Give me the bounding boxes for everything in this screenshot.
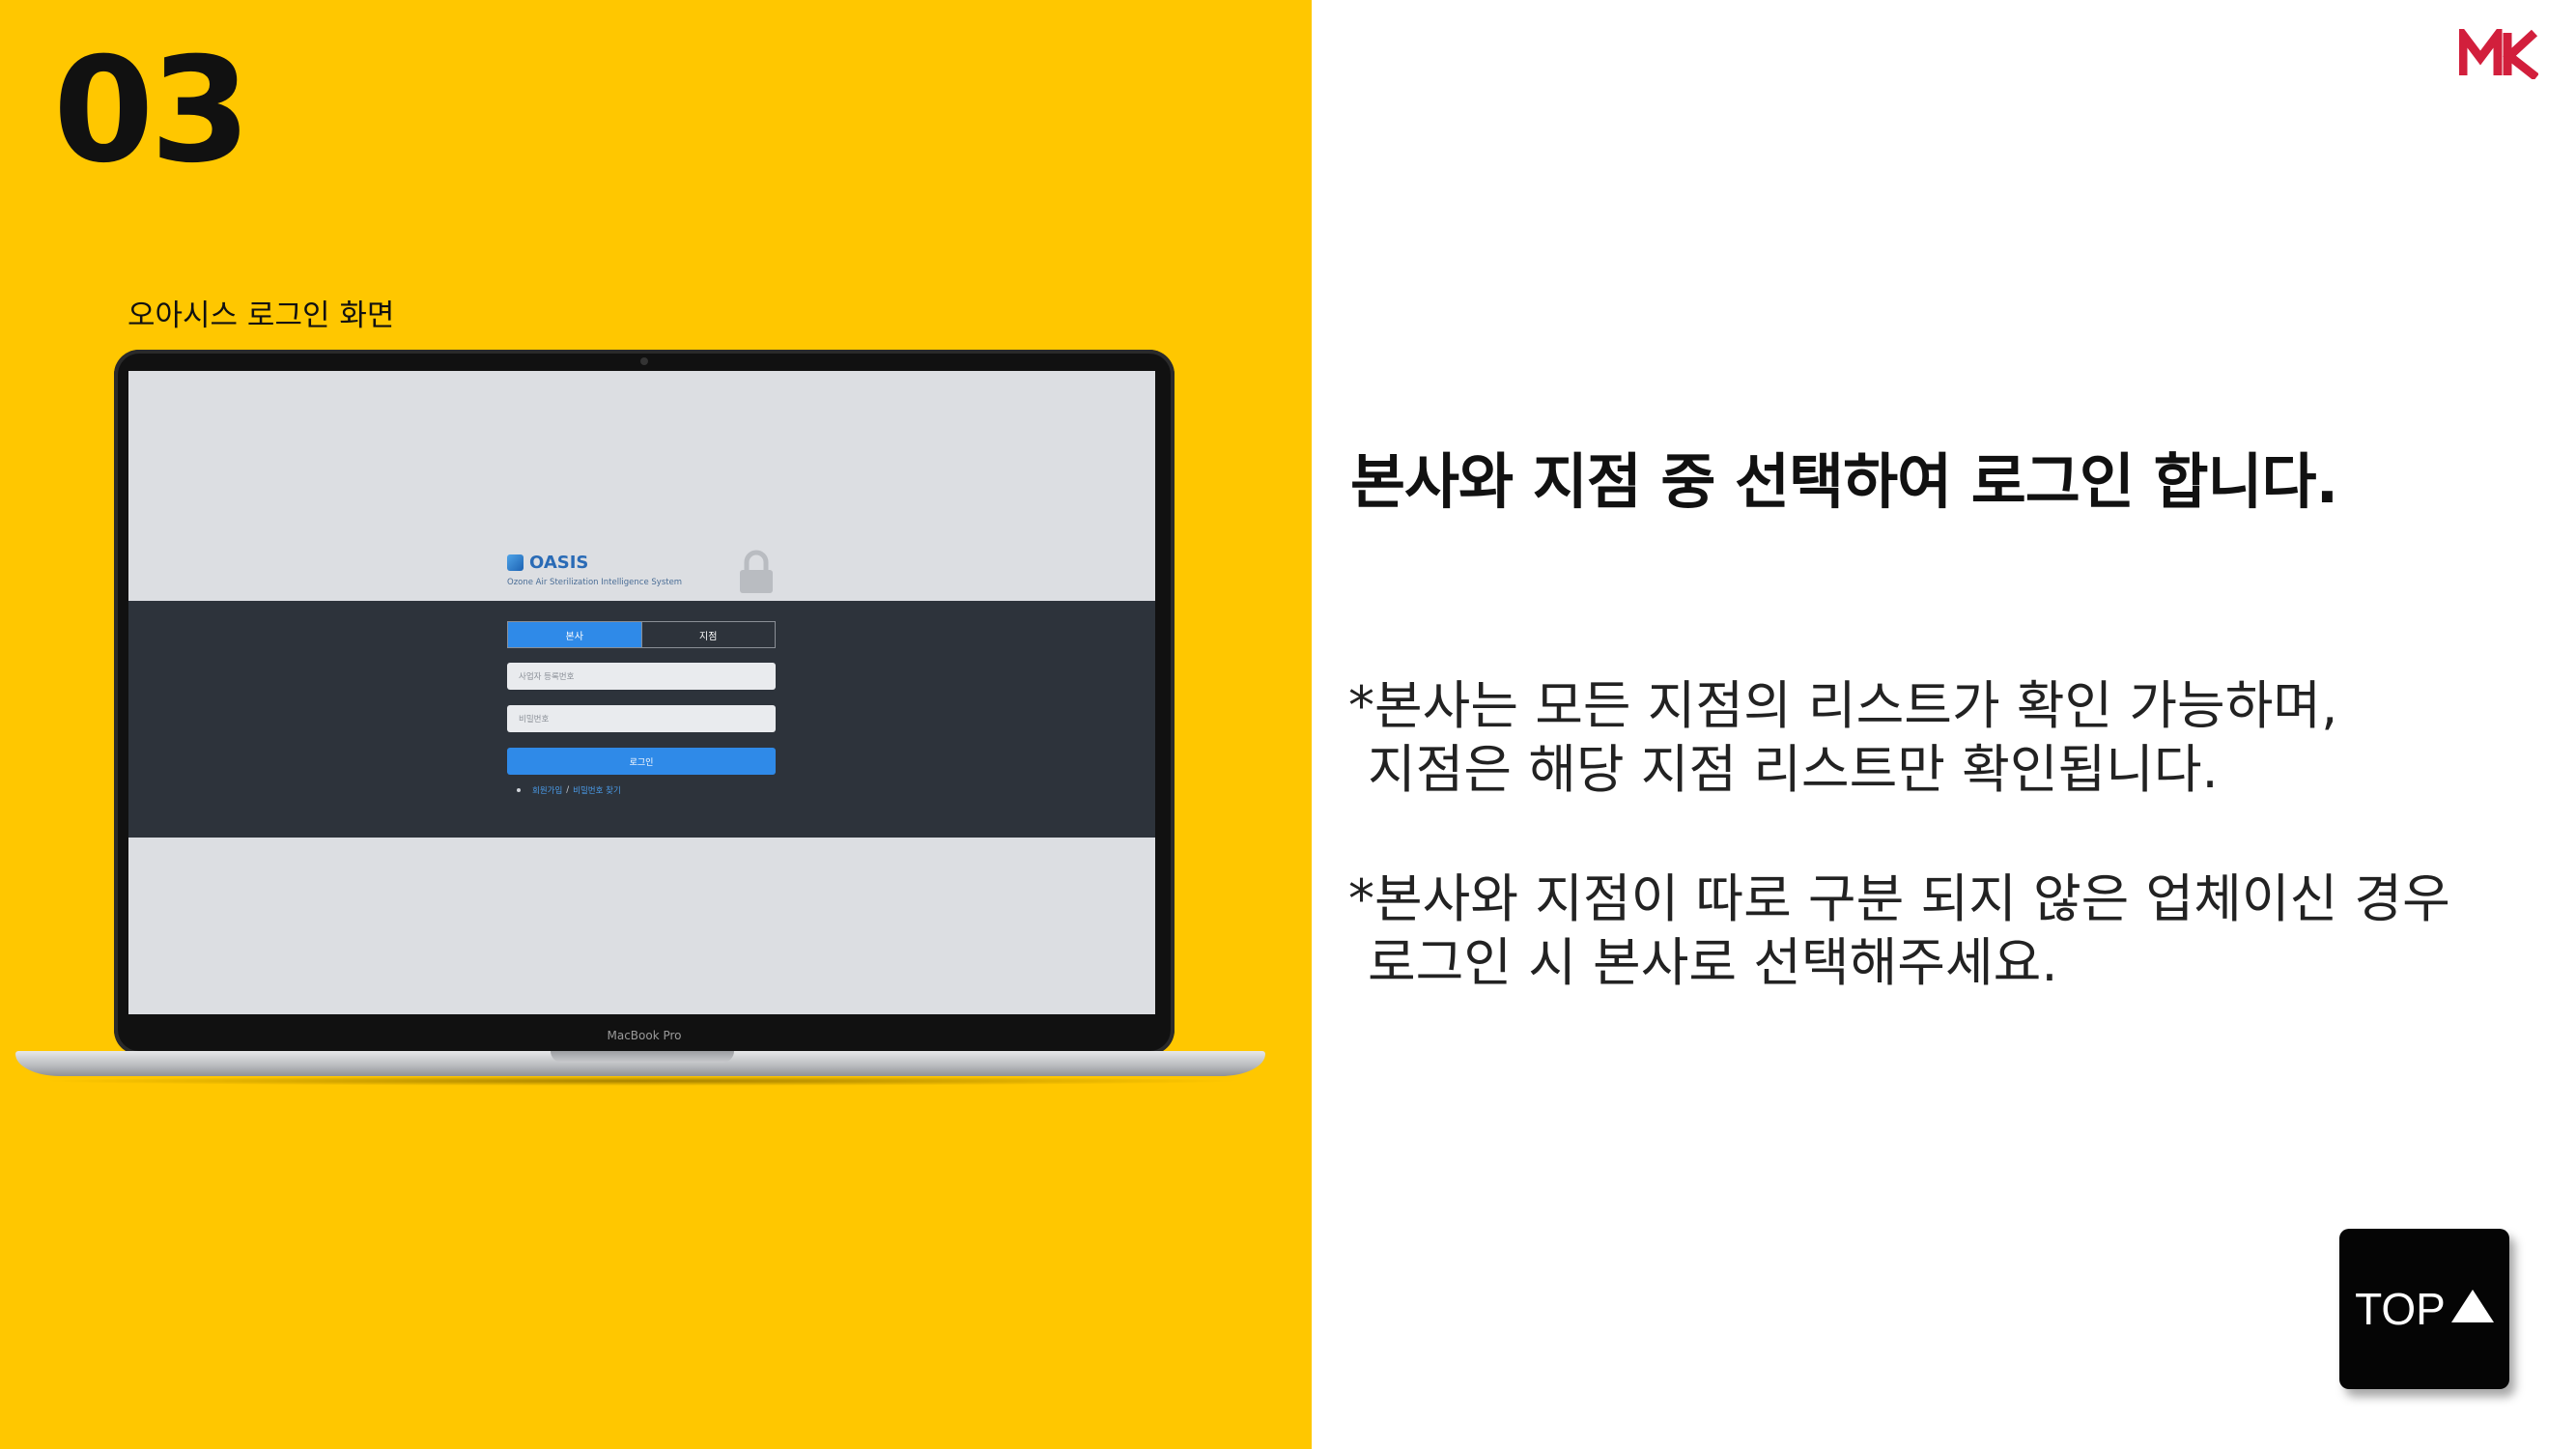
laptop-shadow — [39, 1076, 1246, 1086]
triangle-up-icon — [2450, 1290, 2494, 1322]
oasis-logo: OASIS — [507, 553, 588, 573]
business-number-input[interactable]: 사업자 등록번호 — [507, 663, 776, 690]
headline: 본사와 지점 중 선택하여 로그인 합니다. — [1350, 446, 2338, 517]
oasis-mark-icon — [507, 554, 524, 571]
password-input[interactable]: 비밀번호 — [507, 705, 776, 732]
camera-dot — [640, 357, 648, 365]
link-separator: / — [566, 785, 570, 795]
note-line: *본사는 모든 지점의 리스트가 확인 가능하며, — [1348, 675, 2338, 736]
laptop-lid: OASIS Ozone Air Sterilization Intelligen… — [114, 350, 1175, 1055]
tab-branch[interactable]: 지점 — [640, 622, 775, 647]
mk-logo — [2459, 29, 2538, 79]
login-type-tabs: 본사 지점 — [507, 621, 776, 648]
note-line: 로그인 시 본사로 선택해주세요. — [1368, 932, 2058, 993]
note-line: *본사와 지점이 따로 구분 되지 않은 업체이신 경우 — [1348, 868, 2450, 929]
login-button[interactable]: 로그인 — [507, 748, 776, 775]
note-headquarters: *본사는 모든 지점의 리스트가 확인 가능하며, 지점은 해당 지점 리스트만… — [1348, 674, 2337, 802]
left-panel: 03 오아시스 로그인 화면 OASIS Ozone Air Steriliza… — [0, 0, 1312, 1449]
tab-headquarters[interactable]: 본사 — [508, 622, 641, 647]
step-number: 03 — [53, 27, 251, 195]
note-line: 지점은 해당 지점 리스트만 확인됩니다. — [1368, 739, 2219, 800]
bullet-icon — [517, 788, 521, 792]
laptop-screen: OASIS Ozone Air Sterilization Intelligen… — [128, 371, 1155, 1014]
find-password-link[interactable]: 비밀번호 찾기 — [573, 784, 621, 796]
oasis-brand-name: OASIS — [529, 553, 589, 573]
laptop-notch — [551, 1051, 734, 1063]
note-no-branch: *본사와 지점이 따로 구분 되지 않은 업체이신 경우 로그인 시 본사로 선… — [1348, 867, 2450, 995]
top-button-label: TOP — [2355, 1284, 2446, 1334]
screen-caption: 오아시스 로그인 화면 — [127, 298, 395, 333]
laptop-model-label: MacBook Pro — [607, 1029, 682, 1042]
account-links: 회원가입 / 비밀번호 찾기 — [517, 784, 621, 796]
signup-link[interactable]: 회원가입 — [532, 784, 562, 796]
oasis-subtitle: Ozone Air Sterilization Intelligence Sys… — [507, 578, 683, 587]
top-button[interactable]: TOP — [2339, 1229, 2509, 1389]
lock-icon — [740, 550, 773, 593]
